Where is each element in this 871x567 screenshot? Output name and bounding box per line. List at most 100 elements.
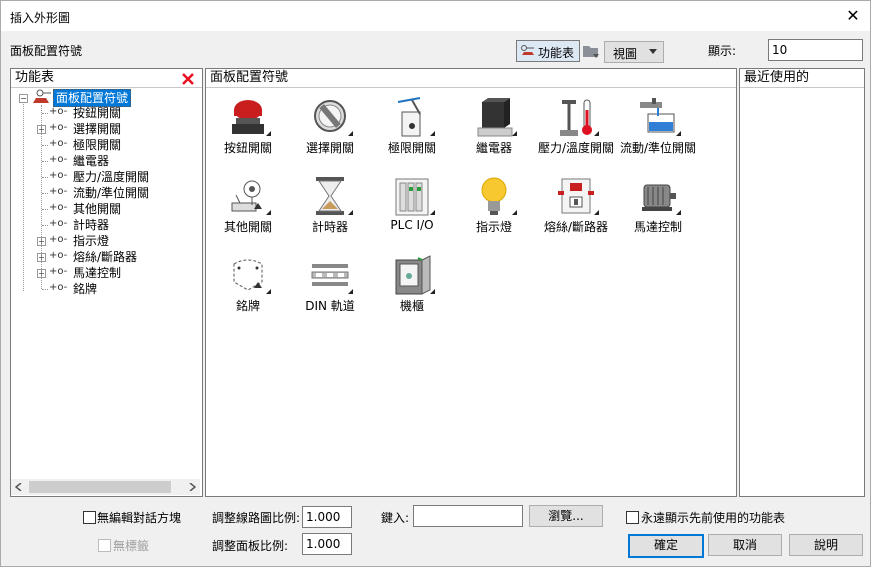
tree-node-icon: +o- (49, 122, 68, 133)
symbol-label: 極限開關 (387, 141, 436, 155)
tree-node-icon: +o- (49, 170, 68, 181)
tree-item[interactable]: 馬達控制 (73, 265, 121, 281)
menu-tree-pane: 功能表 − 面板配置符號 +o- 按鈕開關 + +o- 選擇開關 +o- 極限開關 +o- 繼電… (10, 68, 203, 497)
tree-node-icon: +o- (49, 154, 68, 165)
symbol-label: 選擇開關 (305, 141, 354, 155)
tree-node-icon: +o- (49, 202, 68, 213)
cancel-button[interactable]: 取消 (708, 534, 782, 556)
selector-switch-icon (314, 100, 346, 132)
display-count-input[interactable]: 10 (768, 39, 863, 61)
symbol-item[interactable]: 馬達控制 (616, 172, 696, 250)
ok-button[interactable]: 確定 (628, 534, 704, 558)
symbol-item[interactable]: 極限開關 (370, 93, 450, 171)
delete-icon[interactable] (181, 72, 195, 86)
scroll-left-icon[interactable] (15, 483, 23, 491)
folder-icon (583, 46, 599, 58)
submenu-indicator-icon (348, 210, 353, 215)
tree-item[interactable]: 選擇開關 (73, 121, 121, 137)
close-icon[interactable]: ✕ (842, 5, 864, 27)
always-show-label: 永遠顯示先前使用的功能表 (641, 511, 786, 525)
pushbutton-icon (232, 100, 264, 134)
tree-item[interactable]: 壓力/溫度開關 (73, 169, 149, 185)
tree-item[interactable]: 計時器 (73, 217, 109, 233)
tree-guide-line (23, 99, 24, 291)
symbol-item[interactable]: 指示燈 (452, 172, 532, 250)
submenu-indicator-icon (348, 289, 353, 294)
submenu-indicator-icon (676, 131, 681, 136)
always-show-checkbox[interactable] (626, 511, 639, 524)
submenu-indicator-icon (266, 210, 271, 215)
panel-scale-label: 調整面板比例: (212, 539, 289, 553)
folder-button[interactable] (581, 41, 601, 61)
symbol-label: 按鈕開關 (223, 141, 272, 155)
symbol-item[interactable]: 銘牌 (206, 251, 286, 329)
symbol-item[interactable]: 繼電器 (452, 93, 532, 171)
submenu-indicator-icon (594, 131, 599, 136)
dialog-window: 插入外形圖 ✕ 面板配置符號 功能表 視圖 顯示: 10 功能表 − 面板配置符… (0, 0, 871, 567)
scale-input[interactable]: 1.000 (302, 506, 352, 528)
tree-item[interactable]: 其他開關 (73, 201, 121, 217)
horizontal-scrollbar[interactable] (11, 479, 200, 495)
lightbulb-icon (481, 177, 507, 215)
symbol-item[interactable]: 計時器 (288, 172, 368, 250)
scrollbar-thumb[interactable] (29, 481, 171, 493)
symbol-item[interactable]: 熔絲/斷路器 (534, 172, 614, 250)
panel-scale-input[interactable]: 1.000 (302, 533, 352, 555)
view-dropdown[interactable]: 視圖 (604, 41, 664, 63)
tree-item[interactable]: 流動/準位開關 (73, 185, 149, 201)
symbol-label: 熔絲/斷路器 (543, 220, 609, 234)
submenu-indicator-icon (430, 210, 435, 215)
symbol-item[interactable]: 其他開關 (206, 172, 286, 250)
title-bar[interactable]: 插入外形圖 ✕ (1, 1, 870, 31)
tree-branch-line (42, 161, 48, 162)
display-label: 顯示: (708, 44, 737, 58)
submenu-indicator-icon (676, 210, 681, 215)
symbol-item[interactable]: DIN 軌道 (288, 251, 368, 329)
tree-node-icon: +o- (49, 186, 68, 197)
type-input[interactable] (413, 505, 523, 527)
symbol-label: 繼電器 (475, 141, 512, 155)
pressure-temperature-icon (560, 99, 592, 136)
no-tag-checkbox[interactable] (98, 539, 111, 552)
symbol-gallery-pane: 面板配置符號 按鈕開關 選擇開關 極限開關 繼電器 壓力/溫度開關 流動/準位開關其他開關… (205, 68, 737, 497)
tree-branch-line (42, 225, 48, 226)
cabinet-icon (395, 255, 431, 295)
tree-branch-line (42, 289, 48, 290)
symbol-gallery-title: 面板配置符號 (210, 70, 289, 85)
plc-io-icon (395, 178, 429, 216)
symbol-item[interactable]: 按鈕開關 (206, 93, 286, 171)
symbol-item[interactable]: 流動/準位開關 (616, 93, 696, 171)
flow-level-icon (640, 98, 675, 133)
scroll-right-icon[interactable] (188, 483, 196, 491)
relay-icon (477, 98, 513, 137)
submenu-indicator-icon (266, 289, 271, 294)
menu-button-label: 功能表 (538, 46, 575, 60)
submenu-indicator-icon (430, 289, 435, 294)
symbol-label: 機櫃 (399, 299, 424, 313)
symbol-label: PLC I/O (390, 218, 434, 232)
symbol-label: 馬達控制 (633, 220, 682, 234)
tree-item[interactable]: 繼電器 (73, 153, 109, 169)
chevron-down-icon (649, 49, 657, 54)
symbol-item[interactable]: 選擇開關 (288, 93, 368, 171)
symbol-item[interactable]: 壓力/溫度開關 (534, 93, 614, 171)
browse-button[interactable]: 瀏覽... (529, 505, 603, 527)
tree-node-icon: +o- (49, 218, 68, 229)
tree-item[interactable]: 熔絲/斷路器 (73, 249, 137, 265)
no-tag-label: 無標籤 (113, 539, 150, 553)
menu-toggle-button[interactable]: 功能表 (516, 40, 580, 62)
tree-node-icon: +o- (49, 106, 68, 117)
help-button[interactable]: 說明 (789, 534, 863, 556)
tree-branch-line (42, 145, 48, 146)
symbol-label: 計時器 (311, 220, 348, 234)
symbol-item[interactable]: PLC I/O (370, 172, 450, 250)
no-edit-dialog-checkbox[interactable] (83, 511, 96, 524)
symbol-item[interactable]: 機櫃 (370, 251, 450, 329)
collapse-root-icon[interactable]: − (19, 94, 28, 103)
tree-item[interactable]: 銘牌 (73, 281, 97, 297)
tree-item[interactable]: 按鈕開關 (73, 105, 121, 121)
symbol-label: DIN 軌道 (305, 299, 355, 313)
tree-item[interactable]: 極限開關 (73, 137, 121, 153)
submenu-indicator-icon (594, 210, 599, 215)
tree-item[interactable]: 指示燈 (73, 233, 109, 249)
